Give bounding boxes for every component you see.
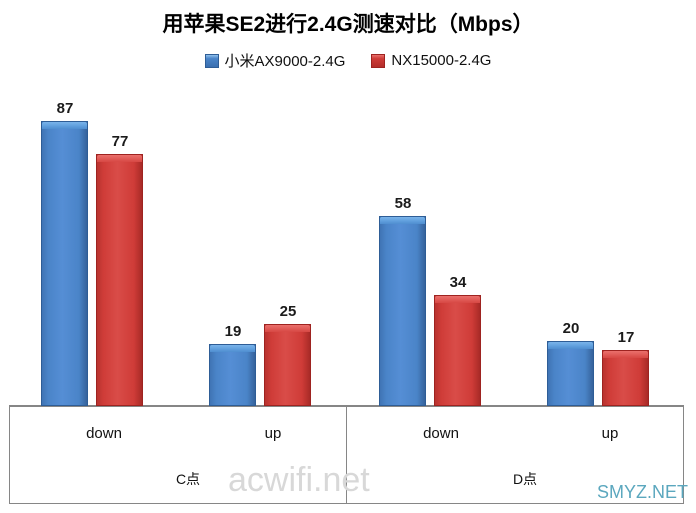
bar-highlight — [380, 217, 425, 224]
bar-value-d-up-xiaomi: 20 — [562, 320, 580, 337]
bar-c-down-xiaomi[interactable] — [41, 121, 88, 406]
blue-square-icon — [204, 53, 219, 68]
bar-body — [547, 341, 594, 406]
bar-highlight — [42, 122, 87, 129]
bar-highlight — [97, 155, 142, 162]
bar-value-c-up-xiaomi: 19 — [224, 323, 242, 340]
bar-d-up-nx15000[interactable] — [602, 350, 649, 406]
bar-value-c-down-xiaomi: 87 — [56, 100, 74, 117]
chart-title: 用苹果SE2进行2.4G测速对比（Mbps） — [162, 13, 534, 36]
bar-body — [209, 344, 256, 406]
category-axis: down up down up C点 D点 — [9, 406, 684, 504]
cat-label-d-up: up — [601, 425, 619, 442]
bar-highlight — [210, 345, 255, 352]
legend-label-nx15000: NX15000-2.4G — [391, 52, 492, 69]
bar-highlight — [548, 342, 593, 349]
cat-label-c-up: up — [264, 425, 282, 442]
bar-value-c-up-nx15000: 25 — [279, 303, 297, 320]
chart-legend: 小米AX9000-2.4G NX15000-2.4G — [0, 50, 696, 71]
bar-highlight — [603, 351, 648, 358]
bar-d-up-xiaomi[interactable] — [547, 341, 594, 406]
bar-c-up-xiaomi[interactable] — [209, 344, 256, 406]
group-label-d: D点 — [512, 471, 538, 487]
bar-body — [264, 324, 311, 406]
legend-entry-xiaomi[interactable]: 小米AX9000-2.4G — [204, 50, 346, 71]
bar-value-c-down-nx15000: 77 — [111, 133, 129, 150]
bar-body — [41, 121, 88, 406]
bar-c-up-nx15000[interactable] — [264, 324, 311, 406]
bar-body — [96, 154, 143, 406]
bar-value-d-down-xiaomi: 58 — [394, 195, 412, 212]
cat-label-d-down: down — [423, 425, 459, 442]
bar-body — [602, 350, 649, 406]
red-square-icon — [371, 53, 386, 68]
legend-label-xiaomi: 小米AX9000-2.4G — [224, 53, 346, 70]
bar-highlight — [435, 296, 480, 303]
axis-group-divider — [346, 407, 347, 503]
bar-body — [434, 295, 481, 406]
bar-d-down-nx15000[interactable] — [434, 295, 481, 406]
cat-label-c-down: down — [86, 425, 122, 442]
bar-d-down-xiaomi[interactable] — [379, 216, 426, 406]
bar-highlight — [265, 325, 310, 332]
plot-area: 87 77 19 25 58 34 20 17 — [9, 95, 684, 406]
bar-chart: 用苹果SE2进行2.4G测速对比（Mbps） 小米AX9000-2.4G NX1… — [0, 0, 696, 513]
bar-value-d-down-nx15000: 34 — [449, 274, 467, 291]
bar-body — [379, 216, 426, 406]
legend-entry-nx15000[interactable]: NX15000-2.4G — [371, 52, 491, 69]
group-label-c: C点 — [175, 471, 201, 487]
bar-c-down-nx15000[interactable] — [96, 154, 143, 406]
bar-value-d-up-nx15000: 17 — [617, 329, 635, 346]
